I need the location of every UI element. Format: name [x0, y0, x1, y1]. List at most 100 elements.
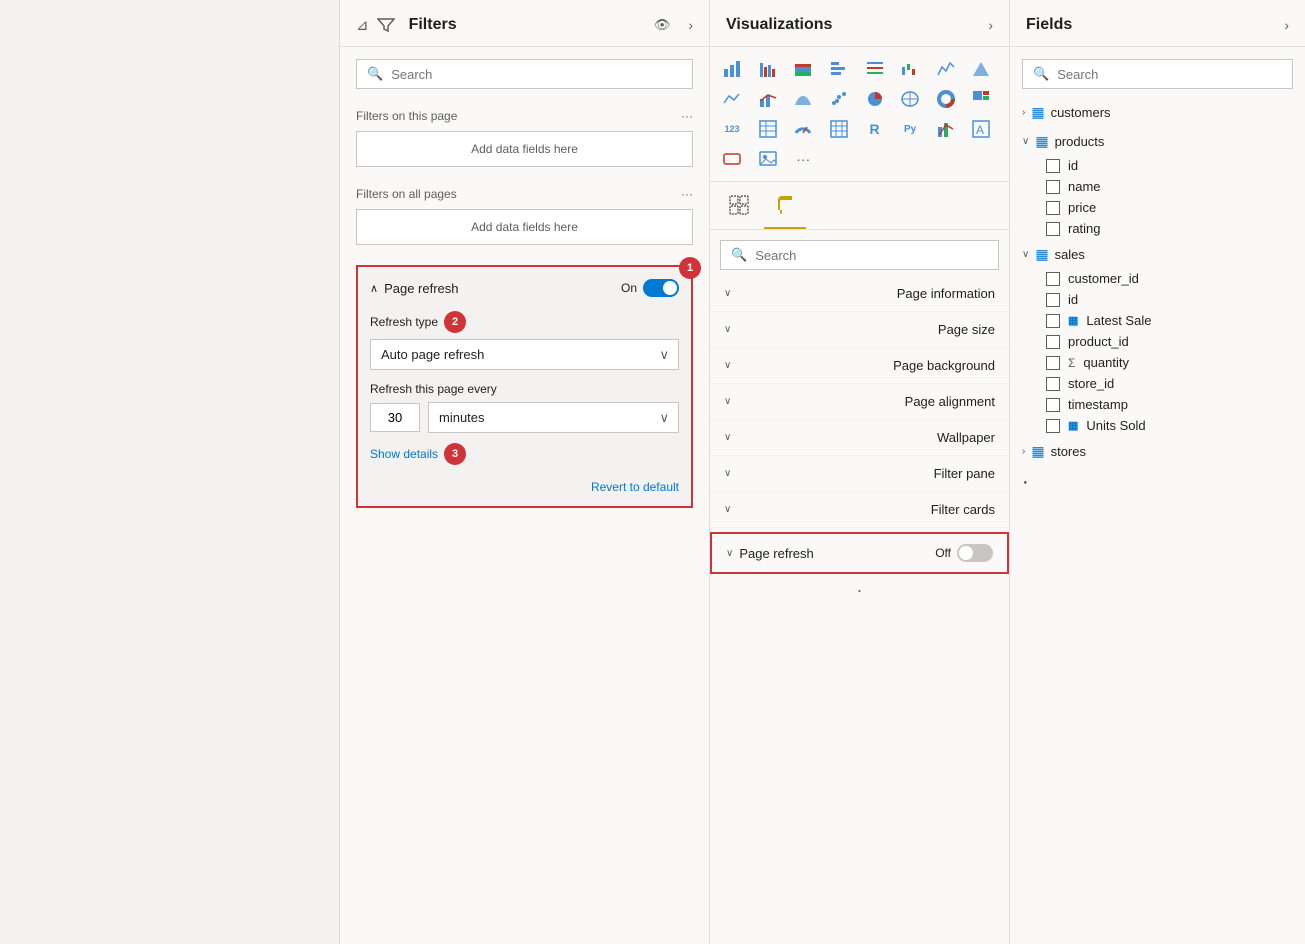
viz-icon-map[interactable] [896, 85, 924, 113]
field-item-sales-quantity[interactable]: Σ quantity [1010, 352, 1305, 373]
viz-icon-bar-h[interactable] [825, 55, 853, 83]
field-group-customers-header[interactable]: › ▦ customers [1010, 99, 1305, 126]
viz-icon-ribbon[interactable] [789, 85, 817, 113]
filters-search-icon: 🔍 [367, 66, 383, 82]
viz-icon-gauge[interactable] [789, 115, 817, 143]
viz-tab-build[interactable] [718, 188, 760, 229]
viz-icon-scatter[interactable] [825, 85, 853, 113]
refresh-unit-select[interactable]: minutes seconds hours [428, 402, 679, 433]
sales-productid-checkbox[interactable] [1046, 335, 1060, 349]
fields-search-input[interactable] [1057, 67, 1282, 82]
viz-toggle-thumb-off [959, 546, 973, 560]
viz-search-input[interactable] [755, 248, 988, 263]
viz-section-filter-cards[interactable]: ∨ Filter cards [710, 492, 1009, 528]
viz-icon-table[interactable] [754, 115, 782, 143]
viz-icon-clustered-bar[interactable] [754, 55, 782, 83]
viz-search-box[interactable]: 🔍 [720, 240, 999, 270]
viz-icon-stacked-bar[interactable] [718, 55, 746, 83]
toggle-thumb-on [663, 281, 677, 295]
viz-section-page-align[interactable]: ∨ Page alignment [710, 384, 1009, 420]
viz-icon-100pct-bar[interactable] [789, 55, 817, 83]
viz-icon-area[interactable] [932, 55, 960, 83]
viz-page-refresh-toggle[interactable] [957, 544, 993, 562]
fields-search-icon: 🔍 [1033, 66, 1049, 82]
viz-icon-text[interactable]: A [967, 115, 995, 143]
fields-dot-indicator: · [1010, 467, 1305, 498]
viz-icon-mountain[interactable] [967, 55, 995, 83]
field-item-sales-id[interactable]: id [1010, 289, 1305, 310]
field-item-products-name[interactable]: name [1010, 176, 1305, 197]
products-id-checkbox[interactable] [1046, 159, 1060, 173]
viz-section-page-refresh[interactable]: ∨ Page refresh Off [712, 534, 1007, 572]
viz-section-wallpaper[interactable]: ∨ Wallpaper [710, 420, 1009, 456]
customers-chevron-icon: › [1022, 107, 1025, 118]
refresh-type-select[interactable]: Auto page refresh [370, 339, 679, 370]
viz-section-page-size[interactable]: ∨ Page size [710, 312, 1009, 348]
viz-icon-page-nav[interactable] [718, 145, 746, 173]
sales-quantity-checkbox[interactable] [1046, 356, 1060, 370]
filters-chevron-icon[interactable]: › [688, 17, 693, 33]
viz-section-filter-pane[interactable]: ∨ Filter pane [710, 456, 1009, 492]
field-item-sales-timestamp[interactable]: timestamp [1010, 394, 1305, 415]
refresh-number-input[interactable] [370, 403, 420, 432]
viz-icon-kpi[interactable] [932, 115, 960, 143]
viz-icon-line-list[interactable] [861, 55, 889, 83]
field-item-products-id[interactable]: id [1010, 155, 1305, 176]
products-price-checkbox[interactable] [1046, 201, 1060, 215]
filters-page-add-box[interactable]: Add data fields here [356, 131, 693, 167]
field-item-products-rating[interactable]: rating [1010, 218, 1305, 239]
products-name-checkbox[interactable] [1046, 180, 1060, 194]
products-rating-checkbox[interactable] [1046, 222, 1060, 236]
viz-icon-line[interactable] [718, 85, 746, 113]
viz-icon-python[interactable]: Py [896, 115, 924, 143]
revert-to-default-link[interactable]: Revert to default [370, 479, 679, 494]
viz-section-chevron-filterpane: ∨ [724, 468, 731, 479]
show-details-link[interactable]: Show details [370, 447, 438, 461]
viz-icon-tree[interactable] [967, 85, 995, 113]
viz-icon-donut[interactable] [932, 85, 960, 113]
field-group-products-header[interactable]: ∨ ▦ products [1010, 128, 1305, 155]
viz-chevron-icon[interactable]: › [988, 17, 993, 33]
filters-search-input[interactable] [391, 67, 682, 82]
viz-indicator-dot: · [710, 578, 1009, 603]
viz-icon-more[interactable]: ··· [789, 145, 817, 173]
filters-allpages-add-box[interactable]: Add data fields here [356, 209, 693, 245]
viz-icon-matrix[interactable] [825, 115, 853, 143]
field-group-sales-header[interactable]: ∨ ▦ sales [1010, 241, 1305, 268]
sales-storeid-checkbox[interactable] [1046, 377, 1060, 391]
page-refresh-title-row: ∧ Page refresh [370, 281, 459, 296]
page-refresh-toggle[interactable] [643, 279, 679, 297]
sales-timestamp-checkbox[interactable] [1046, 398, 1060, 412]
field-item-products-price[interactable]: price [1010, 197, 1305, 218]
viz-icon-image[interactable] [754, 145, 782, 173]
fields-search-box[interactable]: 🔍 [1022, 59, 1293, 89]
viz-icon-pie[interactable] [861, 85, 889, 113]
filters-search-box[interactable]: 🔍 [356, 59, 693, 89]
refresh-unit-wrapper: minutes seconds hours ∨ [428, 402, 679, 433]
sales-customerid-checkbox[interactable] [1046, 272, 1060, 286]
field-group-stores-header[interactable]: › ▦ stores [1010, 438, 1305, 465]
viz-icon-combo[interactable] [754, 85, 782, 113]
sales-unitssold-checkbox[interactable] [1046, 419, 1060, 433]
field-item-sales-latest-sale[interactable]: ▦ Latest Sale [1010, 310, 1305, 331]
viz-icon-r[interactable]: R [861, 115, 889, 143]
sales-latestsale-calc-icon: ▦ [1068, 314, 1078, 327]
field-item-sales-units-sold[interactable]: ▦ Units Sold [1010, 415, 1305, 436]
field-item-sales-customer-id[interactable]: customer_id [1010, 268, 1305, 289]
sales-id-checkbox[interactable] [1046, 293, 1060, 307]
viz-section-page-info[interactable]: ∨ Page information [710, 276, 1009, 312]
fields-chevron-icon[interactable]: › [1284, 17, 1289, 33]
viz-icon-waterfall[interactable] [896, 55, 924, 83]
filters-allpages-menu-icon[interactable]: ··· [681, 187, 693, 201]
filters-eye-icon[interactable]: 👁 [654, 17, 671, 33]
viz-tab-format[interactable] [764, 188, 806, 229]
viz-section-page-bg[interactable]: ∨ Page background [710, 348, 1009, 384]
sales-latestsale-checkbox[interactable] [1046, 314, 1060, 328]
badge-3: 3 [444, 443, 466, 465]
field-item-sales-store-id[interactable]: store_id [1010, 373, 1305, 394]
products-table-icon: ▦ [1035, 133, 1048, 150]
filters-page-menu-icon[interactable]: ··· [681, 109, 693, 123]
field-item-sales-product-id[interactable]: product_id [1010, 331, 1305, 352]
viz-icon-num-card[interactable]: 123 [718, 115, 746, 143]
page-refresh-chevron[interactable]: ∧ [370, 282, 378, 295]
